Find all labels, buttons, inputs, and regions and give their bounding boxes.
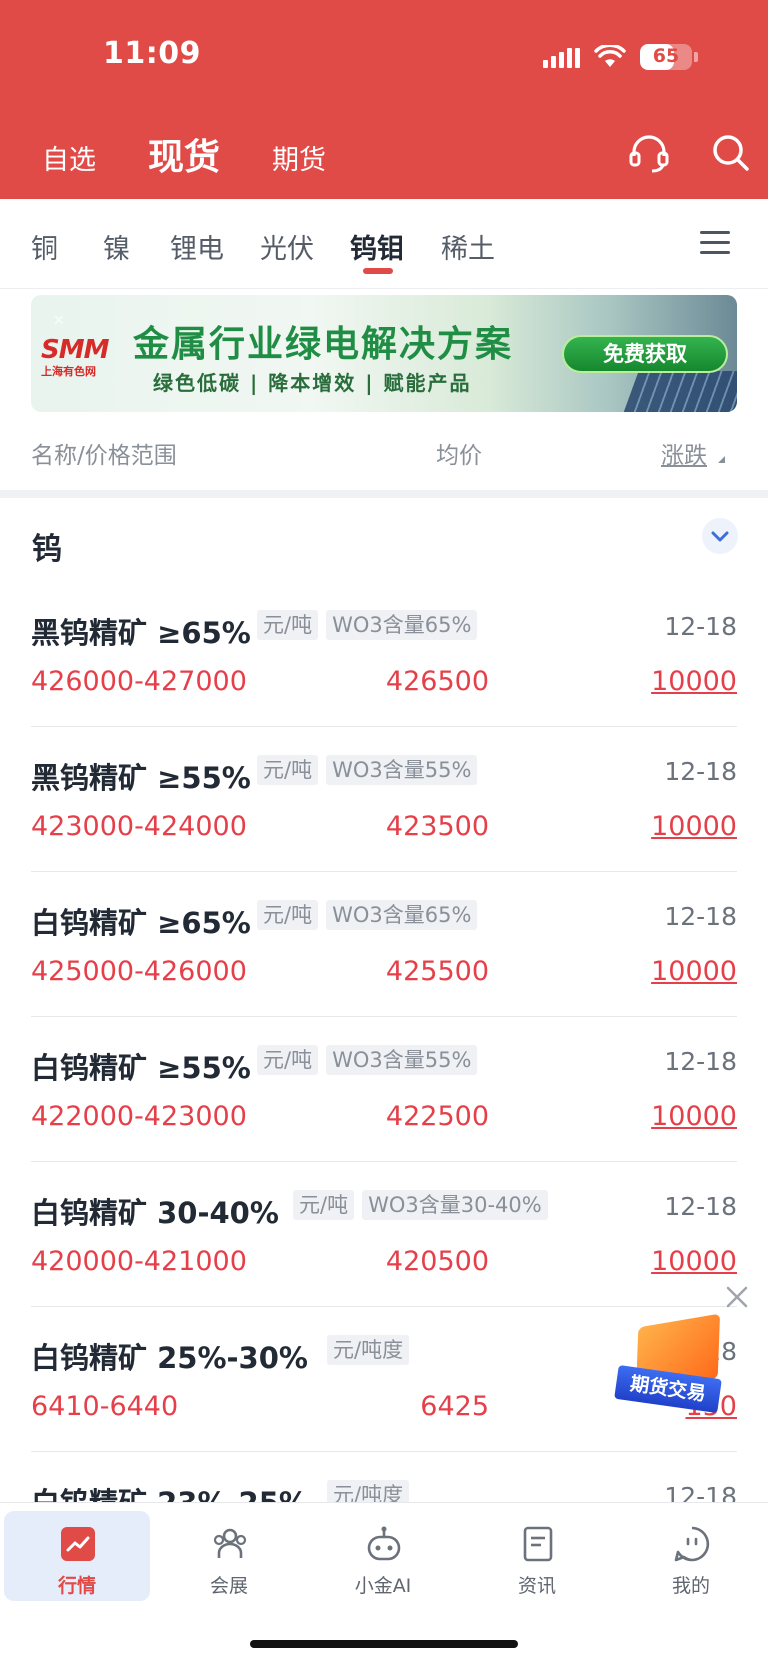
average-price: 423500 <box>385 811 489 842</box>
search-icon[interactable] <box>710 132 750 172</box>
headset-icon[interactable] <box>628 132 670 174</box>
divider <box>0 490 768 498</box>
unit-tag: 元/吨 <box>257 610 319 640</box>
price-change[interactable]: 10000 <box>651 956 737 987</box>
solar-panel-graphic <box>623 371 737 412</box>
category-nickel[interactable]: 镍 <box>103 227 130 266</box>
average-price: 426500 <box>385 666 489 697</box>
top-tabs: 自选 现货 期货 <box>42 128 326 180</box>
price-date: 12-18 <box>664 1047 737 1076</box>
nav-exhibition[interactable]: 会展 <box>156 1511 302 1601</box>
sort-icon[interactable] <box>718 456 725 463</box>
banner-title: 金属行业绿电解决方案 <box>133 324 514 365</box>
price-range: 422000-423000 <box>31 1101 247 1132</box>
price-range: 425000-426000 <box>31 956 247 987</box>
unit-tag: 元/吨 <box>257 900 319 930</box>
spec-tag: WO3含量30-40% <box>362 1190 548 1220</box>
average-price: 425500 <box>385 956 489 987</box>
nav-profile[interactable]: 我的 <box>618 1511 764 1601</box>
price-change[interactable]: 10000 <box>651 666 737 697</box>
price-date: 12-18 <box>664 1192 737 1221</box>
wifi-icon <box>594 45 626 67</box>
product-name: 白钨精矿 25%-30% <box>31 1341 308 1375</box>
spec-tag: WO3含量55% <box>326 1045 478 1075</box>
active-tab-indicator <box>363 268 393 274</box>
price-range: 423000-424000 <box>31 811 247 842</box>
column-name: 名称/价格范围 <box>31 443 177 469</box>
home-indicator <box>250 1640 518 1648</box>
price-range: 6410-6440 <box>31 1391 179 1422</box>
nav-market[interactable]: 行情 <box>4 1511 150 1601</box>
table-row[interactable]: 白钨精矿 ≥55% 元/吨 WO3含量55% 12-18 422000-4230… <box>31 1017 737 1162</box>
unit-tag: 元/吨 <box>257 755 319 785</box>
news-icon <box>523 1526 553 1562</box>
product-name: 黑钨精矿 ≥55% <box>31 761 251 795</box>
category-tungsten-molybdenum[interactable]: 钨钼 <box>350 227 404 266</box>
people-icon <box>213 1528 247 1558</box>
price-date: 12-18 <box>664 902 737 931</box>
section-title: 钨 <box>32 532 62 567</box>
nav-news[interactable]: 资讯 <box>464 1511 610 1601</box>
product-name: 白钨精矿 ≥55% <box>31 1051 251 1085</box>
battery-level: 65 <box>652 45 680 67</box>
price-range: 420000-421000 <box>31 1246 247 1277</box>
column-avg: 均价 <box>436 443 482 469</box>
nav-ai-assistant[interactable]: 小金AI <box>310 1511 456 1601</box>
bottom-navigation: 行情 会展 小金AI 资讯 我的 <box>0 1502 768 1663</box>
banner-subtitle: 绿色低碳 | 降本增效 | 赋能产品 <box>153 371 472 395</box>
price-change[interactable]: 10000 <box>651 1101 737 1132</box>
status-indicators: 65 <box>543 40 698 74</box>
unit-tag: 元/吨 <box>293 1190 355 1220</box>
robot-icon <box>367 1526 401 1561</box>
category-copper[interactable]: 铜 <box>31 227 58 266</box>
category-lithium[interactable]: 锂电 <box>170 227 224 266</box>
unit-tag: 元/吨 <box>257 1045 319 1075</box>
product-name: 白钨精矿 30-40% <box>31 1196 279 1230</box>
cellular-signal-icon <box>543 46 580 68</box>
tab-watchlist[interactable]: 自选 <box>42 138 96 177</box>
ad-banner[interactable]: ✕ SMM 上海有色网 金属行业绿电解决方案 绿色低碳 | 降本增效 | 赋能产… <box>31 295 737 412</box>
average-price: 420500 <box>385 1246 489 1277</box>
price-change[interactable]: 10000 <box>651 1246 737 1277</box>
futures-trading-promo[interactable]: 期货交易 <box>614 1313 724 1416</box>
app-header: 11:09 65 自选 现货 期货 <box>0 0 768 199</box>
chevron-down-icon[interactable] <box>702 518 738 554</box>
table-row[interactable]: 白钨精矿 ≥65% 元/吨 WO3含量65% 12-18 425000-4260… <box>31 872 737 1017</box>
category-rare-earth[interactable]: 稀土 <box>441 227 495 266</box>
menu-icon[interactable] <box>700 231 730 255</box>
column-change-sort[interactable]: 涨跌 <box>661 436 707 470</box>
product-name: 黑钨精矿 ≥65% <box>31 616 251 650</box>
average-price: 6425 <box>420 1391 489 1422</box>
price-change[interactable]: 10000 <box>651 811 737 842</box>
unit-tag: 元/吨度 <box>327 1335 410 1365</box>
average-price: 422500 <box>385 1101 489 1132</box>
chart-icon <box>61 1527 95 1561</box>
battery-icon: 65 <box>640 44 692 70</box>
profile-icon <box>674 1526 710 1562</box>
table-row[interactable]: 白钨精矿 30-40% 元/吨 WO3含量30-40% 12-18 420000… <box>31 1162 737 1307</box>
column-header: 名称/价格范围 均价 涨跌 <box>0 412 768 490</box>
smm-logo: SMM 上海有色网 <box>41 335 109 378</box>
tab-futures[interactable]: 期货 <box>272 138 326 177</box>
table-row[interactable]: 黑钨精矿 ≥65% 元/吨 WO3含量65% 12-18 426000-4270… <box>31 582 737 727</box>
status-time: 11:09 <box>103 36 201 71</box>
close-icon[interactable]: ✕ <box>53 313 65 329</box>
tab-spot[interactable]: 现货 <box>148 128 220 180</box>
spec-tag: WO3含量65% <box>326 610 478 640</box>
price-date: 12-18 <box>664 612 737 641</box>
price-range: 426000-427000 <box>31 666 247 697</box>
product-name: 白钨精矿 ≥65% <box>31 906 251 940</box>
spec-tag: WO3含量55% <box>326 755 478 785</box>
spec-tag: WO3含量65% <box>326 900 478 930</box>
category-pv[interactable]: 光伏 <box>260 227 314 266</box>
price-date: 12-18 <box>664 757 737 786</box>
close-icon[interactable] <box>724 1284 750 1310</box>
banner-cta-button[interactable]: 免费获取 <box>562 335 728 373</box>
category-tabs: 铜 镍 锂电 光伏 钨钼 稀土 <box>0 199 768 289</box>
table-row[interactable]: 黑钨精矿 ≥55% 元/吨 WO3含量55% 12-18 423000-4240… <box>31 727 737 872</box>
